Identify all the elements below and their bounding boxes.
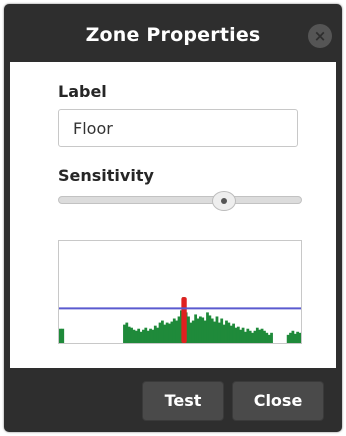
activity-bar — [289, 332, 292, 343]
activity-bar — [196, 318, 200, 343]
activity-graph — [58, 240, 302, 344]
activity-bar — [232, 323, 235, 343]
dialog-content: Label Sensitivity — [10, 62, 336, 368]
activity-bar — [265, 332, 269, 343]
activity-bar — [177, 316, 181, 343]
activity-bar — [149, 328, 152, 343]
activity-bar — [260, 328, 264, 343]
activity-bar — [234, 327, 238, 343]
activity-bar — [123, 324, 126, 343]
activity-bar — [210, 318, 214, 343]
activity-bar — [198, 316, 202, 343]
activity-bar — [251, 332, 254, 343]
activity-bar — [132, 329, 136, 343]
activity-bar — [168, 323, 171, 343]
activity-bar — [241, 327, 245, 343]
activity-bar — [286, 334, 290, 343]
activity-bar — [215, 316, 219, 343]
activity-bar — [165, 322, 169, 343]
activity-bar — [158, 322, 162, 343]
activity-bar — [263, 330, 266, 343]
activity-bar — [229, 325, 233, 343]
activity-bar — [227, 322, 231, 343]
activity-bar — [151, 329, 155, 343]
sensitivity-slider-thumb[interactable] — [212, 191, 236, 211]
sensitivity-slider-track[interactable] — [58, 196, 302, 204]
activity-bar — [255, 327, 259, 343]
activity-graph-svg — [59, 297, 301, 343]
close-button[interactable]: Close — [232, 381, 324, 421]
activity-bar — [175, 320, 179, 343]
activity-bar — [248, 330, 252, 343]
dialog-footer: Test Close — [4, 368, 342, 432]
activity-bar — [246, 328, 250, 343]
activity-bar — [270, 332, 273, 343]
dialog-titlebar: Zone Properties × — [4, 4, 342, 62]
activity-bar — [191, 320, 195, 343]
activity-bar — [163, 324, 167, 343]
activity-bar — [208, 315, 212, 343]
activity-bar — [61, 328, 65, 343]
activity-bar — [225, 320, 228, 343]
peak-bar — [181, 297, 187, 343]
label-heading: Label — [58, 82, 107, 101]
activity-bar — [298, 332, 301, 343]
activity-bar — [59, 328, 62, 343]
activity-bar — [172, 318, 176, 343]
activity-bar — [194, 314, 198, 343]
activity-bar — [203, 320, 207, 343]
activity-bar — [222, 324, 226, 343]
label-input[interactable] — [58, 109, 298, 147]
activity-bar — [239, 329, 243, 343]
activity-bar — [161, 320, 164, 343]
activity-bar — [293, 333, 297, 343]
activity-bar — [144, 327, 148, 343]
activity-bar — [236, 326, 240, 343]
dialog-title: Zone Properties — [85, 24, 261, 46]
activity-bar — [134, 330, 138, 343]
activity-bar — [253, 330, 257, 343]
activity-bar — [137, 328, 141, 343]
activity-bar — [213, 321, 216, 343]
activity-bar — [127, 326, 131, 343]
activity-bar — [170, 321, 174, 343]
activity-bar — [217, 322, 221, 343]
close-icon[interactable]: × — [308, 24, 332, 48]
activity-bar — [206, 312, 209, 343]
activity-bar — [139, 331, 143, 343]
activity-bar — [146, 330, 150, 343]
test-button[interactable]: Test — [142, 381, 224, 421]
activity-bar — [187, 316, 190, 343]
sensitivity-heading: Sensitivity — [58, 166, 154, 185]
activity-bar — [244, 331, 247, 343]
activity-bar — [267, 334, 271, 343]
activity-bar — [296, 331, 300, 343]
activity-bar — [220, 318, 224, 343]
zone-properties-dialog: Zone Properties × Label Sensitivity Test… — [4, 4, 342, 432]
activity-bar — [156, 327, 160, 343]
activity-bar — [142, 329, 145, 343]
activity-bar — [125, 322, 129, 343]
activity-bar — [130, 327, 133, 343]
activity-bar — [291, 330, 295, 343]
activity-bar — [258, 329, 262, 343]
activity-bar — [201, 317, 205, 343]
activity-bar — [189, 322, 193, 343]
activity-bar — [153, 325, 157, 343]
